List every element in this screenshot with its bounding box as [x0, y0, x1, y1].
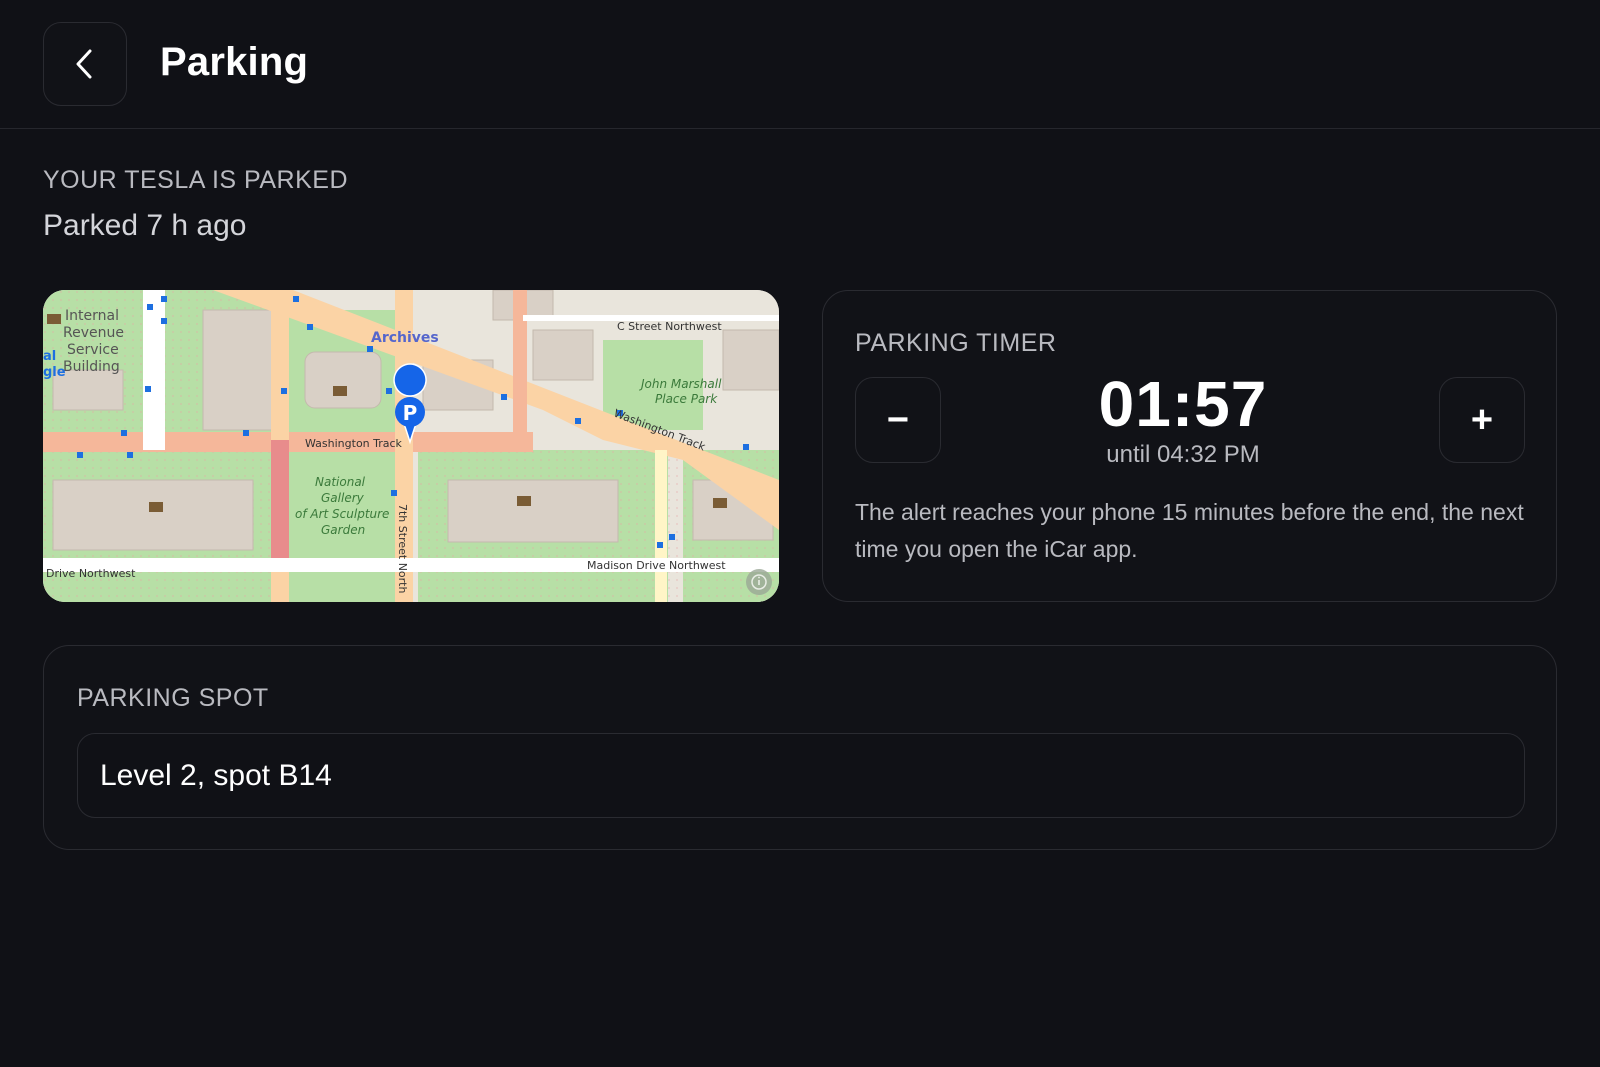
- parking-pin-label: P: [403, 401, 418, 425]
- plus-icon: +: [1470, 398, 1494, 441]
- map-label-c-street: C Street Northwest: [617, 320, 722, 333]
- map-label-sculpture-3: of Art Sculpture: [295, 507, 389, 521]
- map-label-john-marshall-1: John Marshall: [639, 377, 722, 391]
- parking-location-map[interactable]: Internal Revenue Service Building al gle…: [43, 290, 779, 602]
- chevron-left-icon: [76, 49, 92, 79]
- map-label-irs-4: Building: [63, 359, 120, 375]
- map-label-sculpture-1: National: [315, 475, 366, 489]
- header-bar: Parking: [0, 0, 1600, 129]
- parking-spot-input[interactable]: [77, 733, 1525, 818]
- map-label-archives: Archives: [371, 330, 439, 346]
- timer-remaining: 01:57: [1098, 368, 1268, 440]
- info-icon[interactable]: [746, 569, 772, 595]
- map-label-madison-drive: Madison Drive Northwest: [587, 559, 726, 572]
- parking-spot-label: PARKING SPOT: [77, 684, 269, 712]
- map-label-irs-2: Revenue: [63, 325, 124, 341]
- map-label-washington-track-1: Washington Track: [305, 437, 403, 450]
- map-label-drive-northwest: Drive Northwest: [46, 567, 136, 580]
- parking-timer-label: PARKING TIMER: [855, 329, 1057, 357]
- map-label-sculpture-2: Gallery: [321, 491, 365, 505]
- parking-timer-card: PARKING TIMER − 01:57 until 04:32 PM + T…: [822, 290, 1557, 602]
- back-button[interactable]: [43, 22, 127, 106]
- map-label-sculpture-4: Garden: [321, 523, 365, 537]
- map-canvas: Internal Revenue Service Building al gle…: [43, 290, 779, 602]
- map-label-john-marshall-2: Place Park: [655, 392, 718, 406]
- map-label-seventh-street: 7th Street North: [396, 504, 409, 593]
- map-label-edge-1: al: [43, 349, 56, 364]
- page-title: Parking: [160, 40, 309, 84]
- parked-duration: Parked 7 h ago: [43, 209, 247, 242]
- minus-icon: −: [886, 398, 910, 441]
- timer-end-time: until 04:32 PM: [1106, 441, 1260, 468]
- parking-spot-card: PARKING SPOT: [43, 645, 1557, 850]
- parked-status-heading: YOUR TESLA IS PARKED: [43, 166, 349, 194]
- decrement-timer-button[interactable]: −: [855, 377, 941, 463]
- timer-alert-note: The alert reaches your phone 15 minutes …: [855, 499, 1524, 562]
- map-label-irs-1: Internal: [65, 308, 119, 324]
- map-label-edge-2: gle: [43, 365, 66, 380]
- map-label-irs-3: Service: [67, 342, 119, 358]
- increment-timer-button[interactable]: +: [1439, 377, 1525, 463]
